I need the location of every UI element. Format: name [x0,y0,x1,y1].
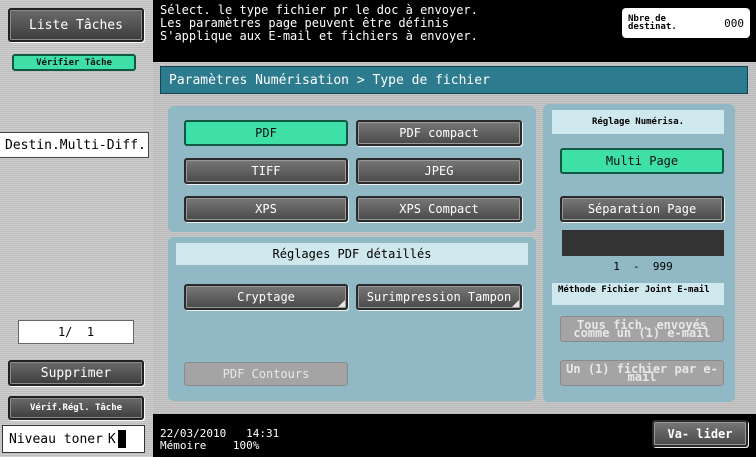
page-separation-label: Séparation Page [587,202,697,216]
pdf-button[interactable]: PDF [184,120,348,146]
check-settings-button[interactable]: Vérif.Régl. Tâche [8,396,144,420]
pdf-settings-title: Réglages PDF détaillés [176,243,528,265]
toner-bar-icon [117,430,126,448]
toner-label: Niveau toner [9,431,103,447]
validate-label: Va- lider [667,426,733,441]
jpeg-label: JPEG [424,164,454,178]
scan-settings-title: Réglage Numérisa. [552,110,724,134]
all-in-one-email-label: Tous fich. envoyés comme un (1) e-mail [573,318,711,340]
email-method-title: Méthode Fichier Joint E-mail [552,283,724,305]
dest-tab-label: Destin.Multi-Diff. [5,137,146,153]
multi-page-button[interactable]: Multi Page [560,148,724,174]
breadcrumb-text: Paramètres Numérisation > Type de fichie… [169,72,490,88]
jpeg-button[interactable]: JPEG [356,158,522,184]
pdf-settings-title-text: Réglages PDF détaillés [272,247,432,261]
pdf-outlines-label: PDF Contours [222,367,310,381]
breadcrumb: Paramètres Numérisation > Type de fichie… [160,66,748,94]
destination-count-label: Nbre de destinat. [628,14,677,32]
memory-value: 100% [232,439,260,452]
pdf-compact-button[interactable]: PDF compact [356,120,522,146]
xps-button[interactable]: XPS [184,196,348,222]
toner-color: K [107,431,116,447]
delete-label: Supprimer [40,365,112,381]
date-memory-status: 22/03/2010 14:31 Mémoire 100% [160,428,279,452]
pdf-label: PDF [255,126,277,140]
page-indicator-text: 1/ 1 [57,325,95,339]
all-in-one-email-button[interactable]: Tous fich. envoyés comme un (1) e-mail [560,316,724,342]
instruction-message: Sélect. le type fichier pr le doc à envo… [160,4,620,43]
validate-button[interactable]: Va- lider [652,420,748,447]
check-task-label: Vérifier Tâche [36,57,112,68]
encryption-label: Cryptage [237,290,295,304]
destination-count: Nbre de destinat. 000 [622,8,750,38]
pdf-compact-label: PDF compact [399,126,479,140]
stamp-overlay-label: Surimpression Tampon [366,290,512,304]
xps-compact-button[interactable]: XPS Compact [356,196,522,222]
page-indicator: 1/ 1 [18,320,134,344]
page-separation-input[interactable] [562,230,724,256]
check-task-button[interactable]: Vérifier Tâche [12,54,136,71]
pdf-outlines-button[interactable]: PDF Contours [184,362,348,386]
tiff-label: TIFF [251,164,281,178]
delete-button[interactable]: Supprimer [8,360,144,386]
one-file-per-email-label: Un (1) fichier par e-mail [566,362,718,384]
xps-compact-label: XPS Compact [399,202,479,216]
toner-level-indicator: Niveau toner K [2,425,145,453]
page-range-text: 1 - 999 [613,260,673,273]
stamp-overlay-button[interactable]: Surimpression Tampon [356,284,522,310]
left-panel: Liste Tâches Vérifier Tâche [0,0,153,457]
xps-label: XPS [255,202,277,216]
tab-destin-multi-diff[interactable]: Destin.Multi-Diff. [0,132,149,158]
check-settings-label: Vérif.Régl. Tâche [29,403,123,413]
memory-label: Mémoire [160,439,207,452]
one-file-per-email-button[interactable]: Un (1) fichier par e-mail [560,360,724,386]
tiff-button[interactable]: TIFF [184,158,348,184]
instruction-line-3: S'applique aux E-mail et fichiers à envo… [160,29,478,43]
task-list-label: Liste Tâches [29,17,123,33]
email-method-title-text: Méthode Fichier Joint E-mail [558,285,710,295]
destination-count-value: 000 [724,16,744,30]
page-separation-button[interactable]: Séparation Page [560,196,724,222]
task-list-button[interactable]: Liste Tâches [8,8,144,42]
scan-settings-title-text: Réglage Numérisa. [591,117,685,127]
multi-page-label: Multi Page [605,154,679,168]
encryption-button[interactable]: Cryptage [184,284,348,310]
